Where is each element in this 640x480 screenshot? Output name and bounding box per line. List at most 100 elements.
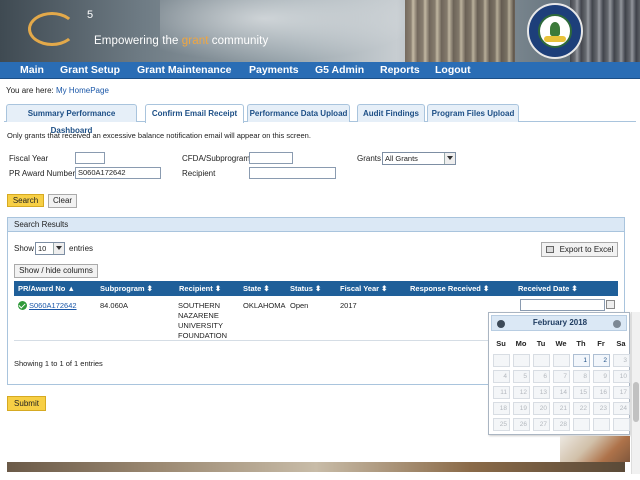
weekday-label: Sa — [616, 339, 626, 348]
export-excel-button[interactable]: Export to Excel — [541, 242, 618, 257]
cfda-label: CFDA/Subprogram — [182, 154, 251, 163]
chevron-down-icon — [53, 243, 64, 254]
next-month-icon[interactable] — [613, 320, 621, 328]
calendar-day: 10 — [613, 370, 630, 383]
col-status[interactable]: Status ⬍ — [290, 284, 321, 293]
weekday-label: Tu — [536, 339, 546, 348]
col-pr-award-no-label: PR/Award No — [18, 284, 66, 293]
banner-photo-library — [405, 0, 515, 62]
calendar-day: 8 — [573, 370, 590, 383]
tab-performance-data-upload[interactable]: Performance Data Upload — [247, 104, 350, 122]
scrollbar-thumb[interactable] — [633, 382, 639, 422]
col-pr-award-no[interactable]: PR/Award No ▲ — [18, 284, 75, 293]
scrollbar[interactable] — [631, 312, 640, 474]
award-link[interactable]: S060A172642 — [29, 301, 77, 310]
tab-audit-findings[interactable]: Audit Findings — [357, 104, 425, 122]
seal-sun-icon — [544, 36, 566, 42]
recipient-line: UNIVERSITY — [178, 321, 224, 330]
pr-award-input[interactable]: S060A172642 — [75, 167, 161, 179]
tab-confirm-email-receipt[interactable]: Confirm Email Receipt — [145, 104, 244, 123]
submit-button[interactable]: Submit — [7, 396, 46, 411]
header-banner: 5 Empowering the grant community — [0, 0, 640, 62]
clear-button[interactable]: Clear — [48, 194, 77, 208]
entries-select[interactable]: 10 — [35, 242, 65, 255]
calendar-day: 19 — [513, 402, 530, 415]
date-picker-header: February 2018 — [491, 315, 627, 331]
calendar-day: 24 — [613, 402, 630, 415]
col-subprogram[interactable]: Subprogram ⬍ — [100, 284, 153, 293]
calendar-day: 28 — [553, 418, 570, 431]
col-received-date[interactable]: Received Date ⬍ — [518, 284, 578, 293]
cell-recipient: SOUTHERN NAZARENE UNIVERSITY FOUNDATION — [178, 301, 227, 341]
fiscal-year-input[interactable] — [75, 152, 105, 164]
col-recipient[interactable]: Recipient ⬍ — [179, 284, 221, 293]
breadcrumb-home-link[interactable]: My HomePage — [56, 86, 109, 95]
results-info: Showing 1 to 1 of 1 entries — [14, 359, 103, 368]
results-title: Search Results — [8, 218, 624, 232]
checkmark-icon — [18, 301, 27, 310]
footer-photo — [560, 436, 630, 462]
calendar-day: 18 — [493, 402, 510, 415]
calendar-day[interactable]: 2 — [593, 354, 610, 367]
weekday-label: Su — [496, 339, 506, 348]
col-fiscal-year[interactable]: Fiscal Year ⬍ — [340, 284, 387, 293]
calendar-day-empty — [613, 418, 630, 431]
breadcrumb: You are here: My HomePage — [6, 86, 109, 95]
nav-logout[interactable]: Logout — [435, 64, 471, 76]
entries-label: entries — [69, 244, 94, 253]
grants-select[interactable]: All Grants — [382, 152, 456, 165]
calendar-day: 13 — [533, 386, 550, 399]
weekday-label: We — [555, 339, 567, 348]
nav-main[interactable]: Main — [20, 64, 44, 76]
nav-grant-setup[interactable]: Grant Setup — [60, 64, 120, 76]
entries-select-value: 10 — [38, 244, 47, 253]
received-date-input[interactable] — [520, 299, 605, 311]
recipient-line: SOUTHERN — [178, 301, 221, 310]
nav-payments[interactable]: Payments — [249, 64, 299, 76]
tab-summary-performance-dashboard[interactable]: Summary Performance Dashboard — [6, 104, 137, 135]
calendar-day-empty — [593, 418, 610, 431]
recipient-input[interactable] — [249, 167, 336, 179]
chevron-down-icon — [444, 153, 455, 164]
col-fiscal-year-label: Fiscal Year — [340, 284, 380, 293]
calendar-day: 5 — [513, 370, 530, 383]
calendar-day: 7 — [553, 370, 570, 383]
banner-background — [160, 0, 420, 62]
col-response-received-label: Response Received — [410, 284, 481, 293]
calendar-day: 9 — [593, 370, 610, 383]
calendar-icon[interactable] — [606, 300, 615, 309]
calendar-day: 27 — [533, 418, 550, 431]
calendar-day: 12 — [513, 386, 530, 399]
calendar-day: 11 — [493, 386, 510, 399]
cell-fiscal-year: 2017 — [340, 301, 357, 310]
info-note: Only grants that received an excessive b… — [7, 131, 311, 140]
col-state[interactable]: State ⬍ — [243, 284, 270, 293]
calendar-day[interactable]: 1 — [573, 354, 590, 367]
search-button[interactable]: Search — [7, 194, 44, 207]
calendar-day: 14 — [553, 386, 570, 399]
seal-inner — [538, 14, 572, 48]
date-picker-title: February 2018 — [532, 318, 588, 327]
col-response-received[interactable]: Response Received ⬍ — [410, 284, 489, 293]
nav-g5-admin[interactable]: G5 Admin — [315, 64, 364, 76]
col-received-date-label: Received Date — [518, 284, 570, 293]
breadcrumb-prefix: You are here: — [6, 86, 54, 95]
seal-tree-icon — [550, 22, 560, 36]
cfda-input[interactable] — [249, 152, 293, 164]
show-hide-columns-button[interactable]: Show / hide columns — [14, 264, 98, 278]
tab-program-files-upload[interactable]: Program Files Upload — [427, 104, 519, 122]
tagline-text-2: community — [208, 35, 269, 47]
calendar-day: 26 — [513, 418, 530, 431]
nav-grant-maintenance[interactable]: Grant Maintenance — [137, 64, 232, 76]
export-label: Export to Excel — [559, 245, 614, 254]
date-picker: February 2018 Su Mo Tu We Th Fr Sa 1 2 3 4 5 6 7 8 9 10 1… — [488, 312, 630, 435]
calendar-day-empty — [553, 354, 570, 367]
cell-status: Open — [290, 301, 309, 310]
calendar-day: 6 — [533, 370, 550, 383]
calendar-day: 23 — [593, 402, 610, 415]
col-status-label: Status — [290, 284, 313, 293]
nav-reports[interactable]: Reports — [380, 64, 420, 76]
tagline-text-1: Empowering the — [94, 35, 182, 47]
weekday-label: Fr — [597, 339, 605, 348]
calendar-day: 17 — [613, 386, 630, 399]
